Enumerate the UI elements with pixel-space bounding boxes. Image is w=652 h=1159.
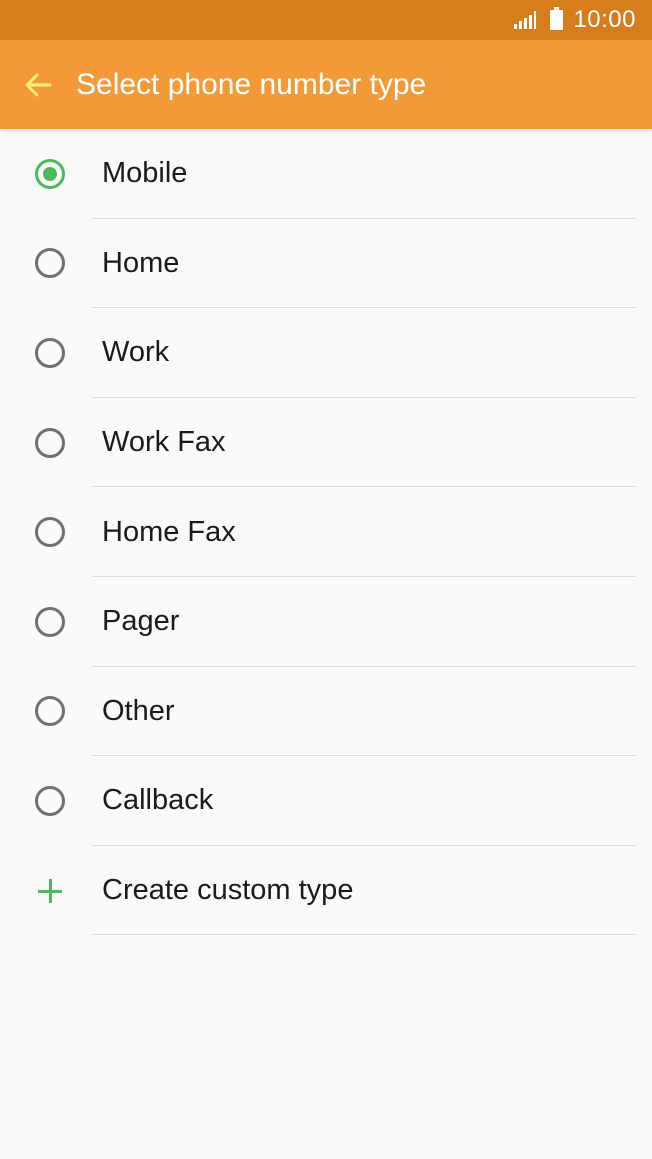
status-clock: 10:00 xyxy=(573,6,636,33)
option-home-fax[interactable]: Home Fax xyxy=(0,487,652,577)
phone-type-list: Mobile Home Work Work Fax Home Fax Pager… xyxy=(0,129,652,936)
radio-pager[interactable] xyxy=(35,606,65,637)
divider xyxy=(92,934,636,936)
option-label: Callback xyxy=(102,784,214,817)
option-pager[interactable]: Pager xyxy=(0,577,652,667)
signal-icon xyxy=(514,11,537,29)
radio-work[interactable] xyxy=(35,337,65,368)
battery-icon xyxy=(550,7,564,30)
option-work[interactable]: Work xyxy=(0,308,652,398)
radio-other[interactable] xyxy=(35,696,65,727)
radio-work-fax[interactable] xyxy=(35,427,65,458)
option-label: Work xyxy=(102,336,170,369)
option-label: Work Fax xyxy=(102,426,226,459)
radio-home-fax[interactable] xyxy=(35,517,65,548)
create-custom-type-button[interactable]: Create custom type xyxy=(0,846,652,936)
option-label: Mobile xyxy=(102,157,188,190)
radio-home[interactable] xyxy=(35,248,65,279)
radio-callback[interactable] xyxy=(35,785,65,816)
status-bar: 10:00 xyxy=(0,0,652,40)
create-custom-type-label: Create custom type xyxy=(102,874,354,907)
page-title: Select phone number type xyxy=(76,67,427,101)
plus-icon xyxy=(38,878,62,903)
app-bar: Select phone number type xyxy=(0,40,652,129)
option-label: Pager xyxy=(102,605,180,638)
option-label: Home xyxy=(102,246,180,279)
option-label: Other xyxy=(102,694,175,727)
option-home[interactable]: Home xyxy=(0,219,652,309)
option-other[interactable]: Other xyxy=(0,667,652,757)
radio-mobile[interactable] xyxy=(35,158,65,189)
arrow-back-icon xyxy=(25,73,52,96)
option-label: Home Fax xyxy=(102,515,236,548)
back-button[interactable] xyxy=(0,40,76,129)
option-callback[interactable]: Callback xyxy=(0,756,652,846)
option-mobile[interactable]: Mobile xyxy=(0,129,652,219)
option-work-fax[interactable]: Work Fax xyxy=(0,398,652,488)
